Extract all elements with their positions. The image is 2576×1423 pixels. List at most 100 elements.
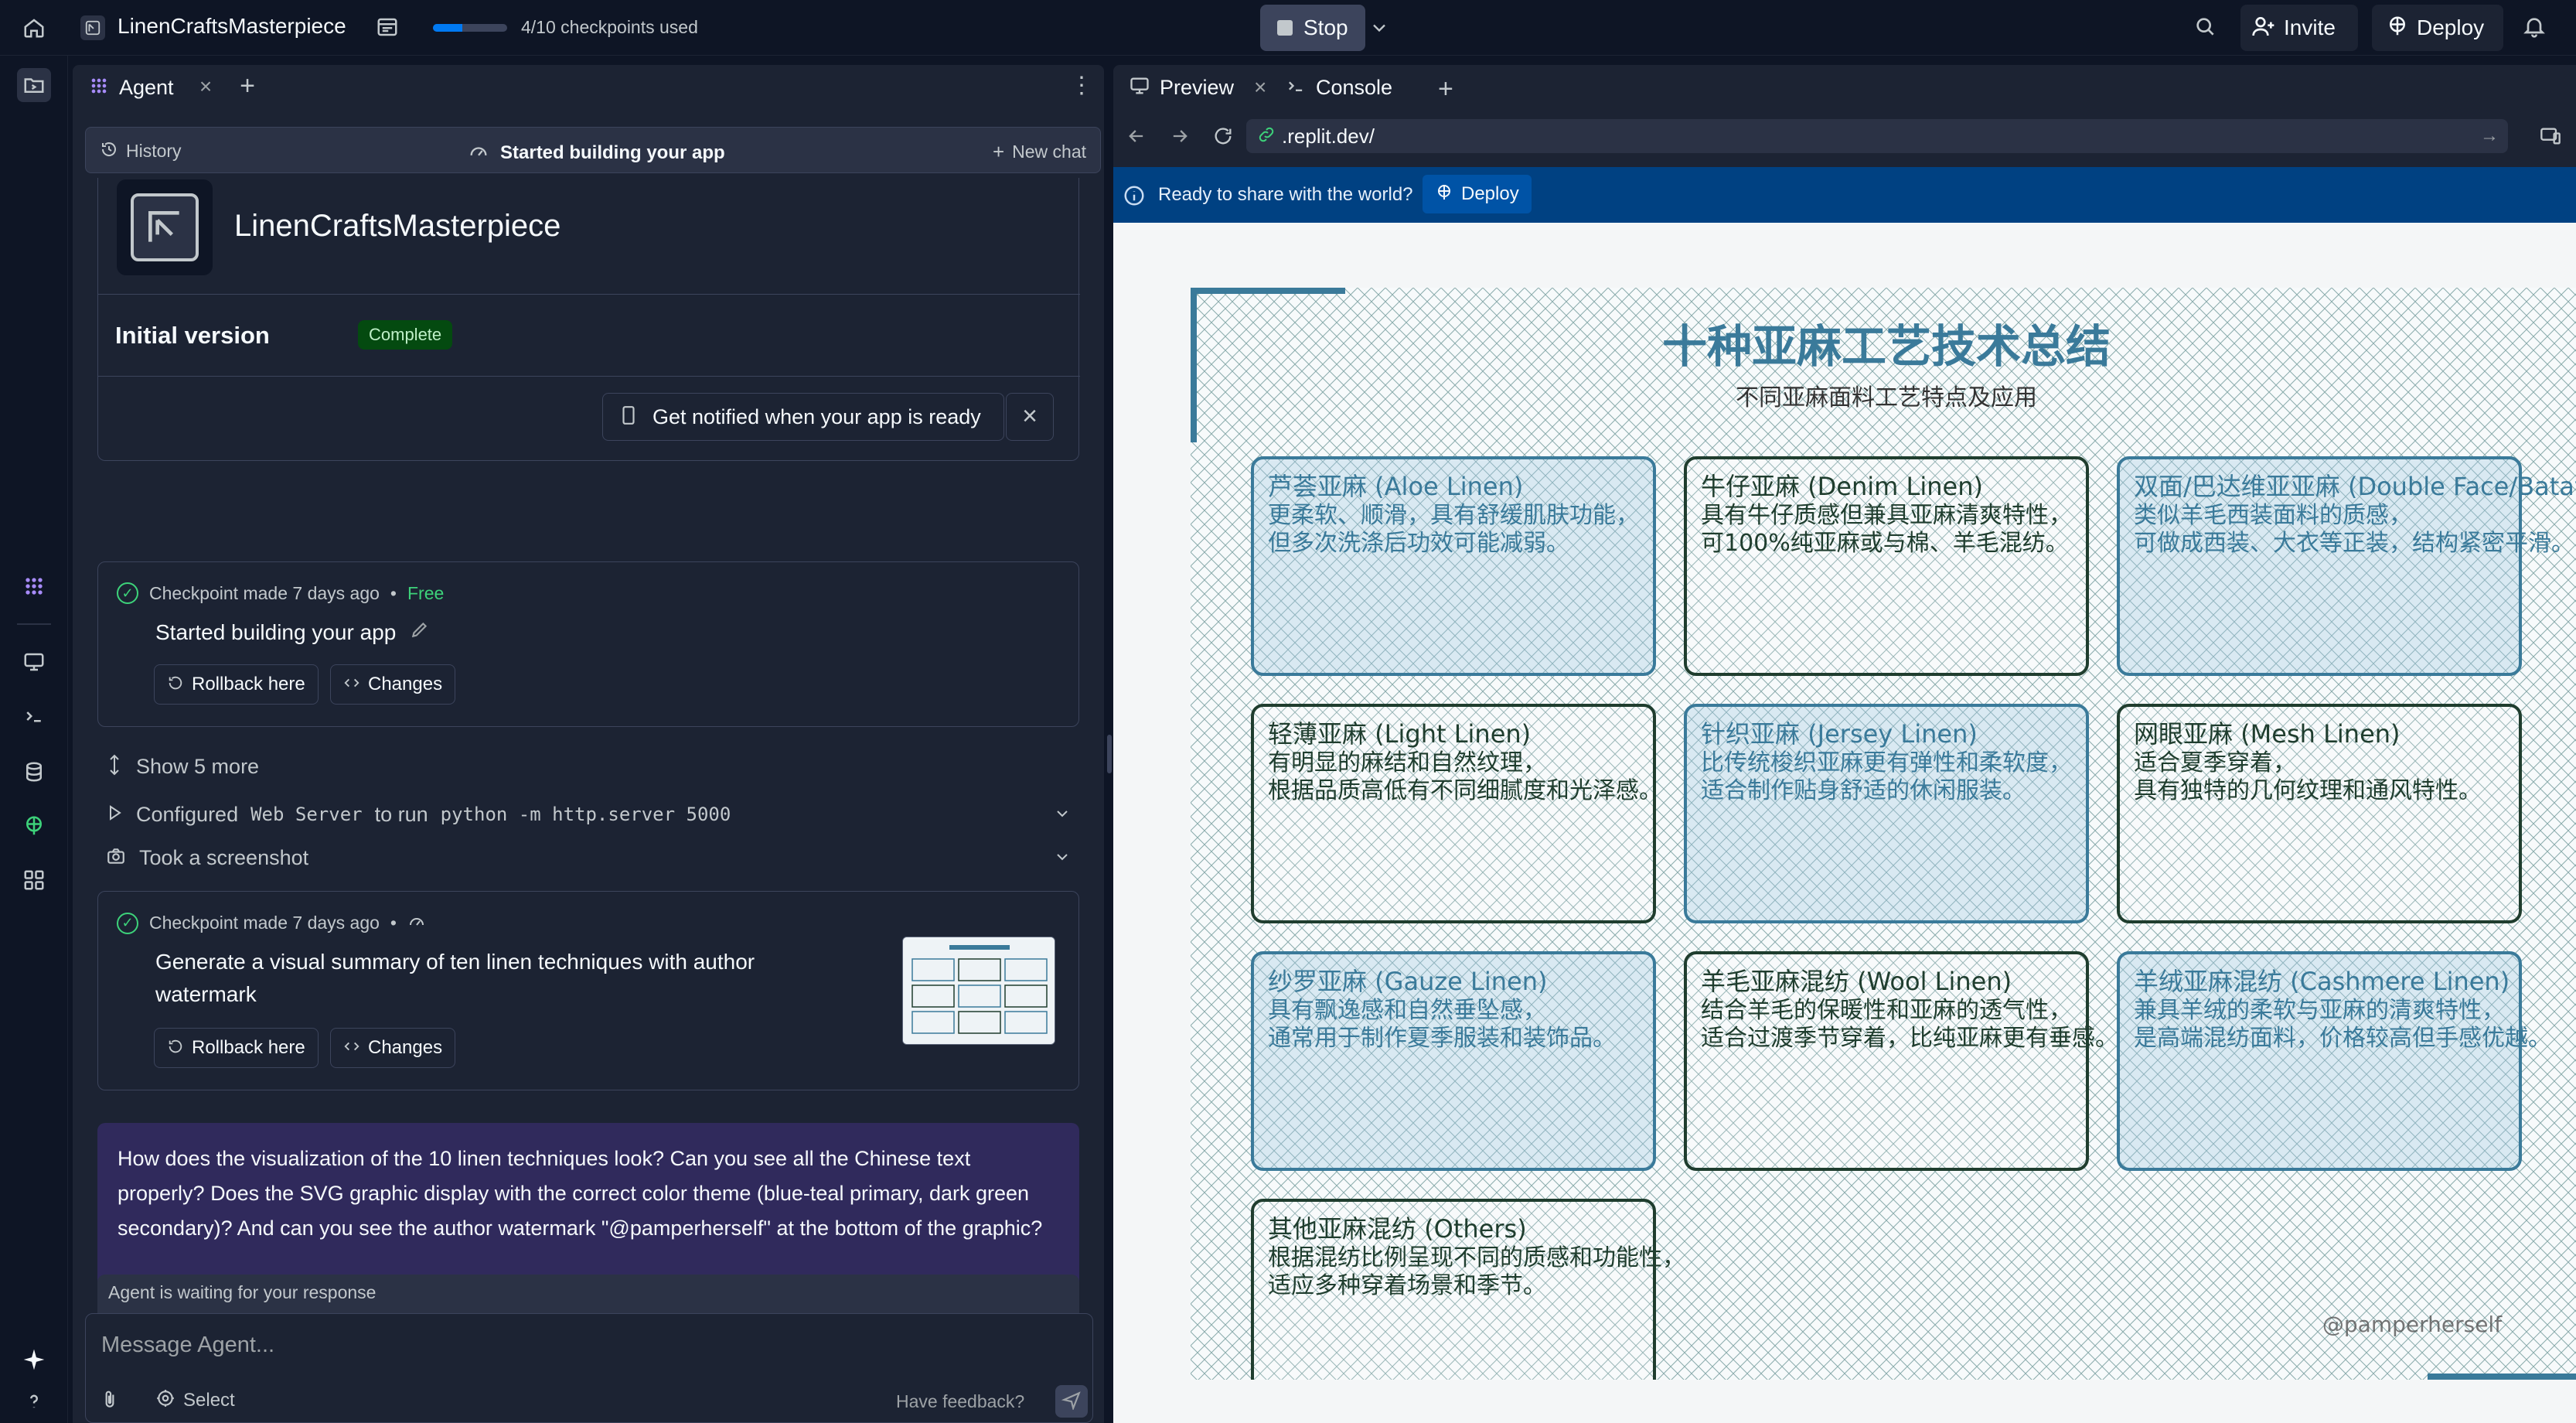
paperclip-icon[interactable] — [100, 1388, 121, 1411]
url-field[interactable]: .replit.dev/ → — [1246, 119, 2508, 153]
stop-button[interactable]: Stop — [1260, 5, 1365, 51]
panel-resize-handle[interactable] — [1107, 735, 1112, 773]
technique-card-line: 根据品质高低有不同细腻度和光泽感。 — [1268, 777, 1662, 804]
help-icon[interactable] — [17, 1384, 51, 1418]
tab-console[interactable]: Console — [1274, 70, 1403, 105]
technique-card-line: 适合制作贴身舒适的休闲服装。 — [1701, 777, 2026, 804]
devices-icon[interactable] — [2539, 125, 2564, 148]
technique-card: 牛仔亚麻 (Denim Linen)具有牛仔质感但兼具亚麻清爽特性，可100%纯… — [1684, 456, 2089, 676]
preview-page[interactable]: 十种亚麻工艺技术总结 不同亚麻面料工艺特点及应用 芦荟亚麻 (Aloe Line… — [1113, 223, 2576, 1423]
chevron-down-icon[interactable] — [1368, 17, 1390, 39]
notify-button[interactable]: Get notified when your app is ready — [602, 393, 1004, 441]
technique-card-title: 轻薄亚麻 (Light Linen) — [1268, 719, 1531, 749]
rollback-button[interactable]: Rollback here — [154, 1028, 319, 1068]
send-button[interactable] — [1055, 1385, 1088, 1418]
chat-scroll-area[interactable]: LinenCraftsMasterpiece Initial version C… — [73, 178, 1104, 1298]
files-icon[interactable] — [17, 68, 51, 102]
history-button[interactable]: History — [100, 140, 182, 162]
technique-card-line: 适应多种穿着场景和季节。 — [1268, 1272, 1546, 1299]
url-bar: .replit.dev/ → — [1113, 111, 2576, 161]
sparkle-icon[interactable] — [17, 1343, 51, 1377]
waiting-status: Agent is waiting for your response — [97, 1275, 1079, 1313]
deployments-icon[interactable] — [17, 809, 51, 843]
monitor-icon[interactable] — [17, 645, 51, 679]
technique-card-line: 适合夏季穿着， — [2134, 749, 2296, 776]
rollback-icon — [167, 674, 184, 695]
technique-card-line: 兼具羊绒的柔软与亚麻的清爽特性， — [2134, 997, 2505, 1024]
project-name[interactable]: LinenCraftsMasterpiece — [118, 14, 346, 39]
close-icon[interactable]: × — [1254, 75, 1266, 100]
apps-grid-icon[interactable] — [17, 863, 51, 897]
message-input[interactable] — [86, 1314, 1094, 1376]
technique-card-title: 其他亚麻混纺 (Others) — [1268, 1214, 1527, 1244]
banner-deploy-button[interactable]: Deploy — [1423, 175, 1532, 213]
back-icon[interactable] — [1126, 125, 1149, 148]
feedback-link[interactable]: Have feedback? — [896, 1391, 1024, 1412]
screenshot-thumbnail[interactable] — [902, 937, 1055, 1045]
technique-card-line: 结合羊毛的保暖性和亚麻的透气性， — [1701, 997, 2072, 1024]
chat-title: Started building your app — [468, 140, 725, 166]
technique-card: 其他亚麻混纺 (Others)根据混纺比例呈现不同的质感和功能性，适应多种穿着场… — [1251, 1199, 1685, 1418]
configured-row[interactable]: Configured Web Server to run python -m h… — [105, 795, 1079, 834]
tab-agent[interactable]: Agent — [80, 70, 182, 105]
bell-icon[interactable] — [2522, 14, 2550, 42]
technique-card-title: 芦荟亚麻 (Aloe Linen) — [1268, 472, 1523, 501]
invite-button[interactable]: Invite — [2240, 5, 2358, 51]
new-chat-button[interactable]: + New chat — [993, 140, 1086, 164]
user-message: How does the visualization of the 10 lin… — [97, 1123, 1079, 1298]
deploy-button[interactable]: Deploy — [2372, 5, 2503, 51]
tab-preview[interactable]: Preview × — [1118, 70, 1277, 105]
code-icon — [343, 1038, 360, 1059]
chevron-down-icon[interactable] — [1053, 804, 1072, 823]
stop-icon — [1277, 20, 1293, 36]
link-icon — [1257, 125, 1276, 148]
search-icon[interactable] — [2193, 14, 2220, 42]
configured-middle: to run — [374, 802, 428, 826]
agent-tab-bar: Agent × + ⋮ — [73, 65, 1104, 110]
changes-button[interactable]: Changes — [330, 1028, 456, 1068]
notify-label: Get notified when your app is ready — [653, 404, 981, 428]
graphic-subtitle: 不同亚麻面料工艺特点及应用 — [1736, 384, 2037, 411]
graphic-title: 十种亚麻工艺技术总结 — [1662, 320, 2111, 373]
technique-card: 羊绒亚麻混纺 (Cashmere Linen)兼具羊绒的柔软与亚麻的清爽特性，是… — [2117, 951, 2551, 1171]
add-tab-icon[interactable]: + — [235, 73, 260, 99]
changes-label: Changes — [368, 674, 443, 694]
technique-card: 羊毛亚麻混纺 (Wool Linen)结合羊毛的保暖性和亚麻的透气性，适合过渡季… — [1684, 951, 2118, 1171]
arrow-right-icon[interactable]: → — [2480, 125, 2499, 147]
project-icon[interactable] — [80, 15, 105, 40]
technique-card-line: 根据混纺比例呈现不同的质感和功能性， — [1268, 1244, 1685, 1271]
changes-button[interactable]: Changes — [330, 664, 456, 705]
top-bar: LinenCraftsMasterpiece 4/10 checkpoints … — [0, 0, 2576, 56]
show-more-row[interactable]: Show 5 more — [105, 747, 1087, 786]
technique-card: 网眼亚麻 (Mesh Linen)适合夏季穿着，具有独特的几何纹理和通风特性。 — [2117, 704, 2522, 923]
checkpoints-counter: 4/10 checkpoints used — [521, 17, 698, 37]
terminal-icon[interactable] — [17, 699, 51, 733]
graphic-accent-bottom — [2428, 1374, 2576, 1380]
deploy-icon — [1435, 183, 1453, 206]
info-icon — [1123, 184, 1146, 207]
target-icon — [155, 1388, 175, 1412]
home-icon[interactable] — [17, 14, 51, 42]
add-user-icon — [2251, 14, 2276, 43]
select-button[interactable]: Select — [155, 1388, 235, 1412]
technique-card-line: 具有独特的几何纹理和通风特性。 — [2134, 777, 2482, 804]
more-options-icon[interactable]: ⋮ — [1070, 74, 1093, 99]
rollback-button[interactable]: Rollback here — [154, 664, 319, 705]
chevron-down-icon[interactable] — [1053, 848, 1072, 866]
layout-icon[interactable] — [376, 15, 402, 40]
close-icon[interactable]: × — [1006, 393, 1054, 441]
screenshot-row[interactable]: Took a screenshot — [105, 838, 1079, 877]
add-tab-icon[interactable]: + — [1438, 74, 1453, 104]
pencil-icon[interactable] — [410, 620, 430, 644]
phone-icon — [618, 404, 639, 431]
left-rail — [0, 56, 68, 1423]
close-tab-icon[interactable]: × — [195, 76, 216, 97]
forward-icon[interactable] — [1169, 125, 1192, 148]
technique-card-line: 适合过渡季节穿着，比纯亚麻更有垂感。 — [1701, 1025, 2118, 1052]
refresh-icon[interactable] — [1212, 125, 1235, 148]
rail-divider — [17, 623, 51, 625]
check-circle-icon: ✓ — [117, 912, 138, 934]
technique-card: 纱罗亚麻 (Gauze Linen)具有飘逸感和自然垂坠感，通常用于制作夏季服装… — [1251, 951, 1656, 1171]
agent-icon[interactable] — [17, 569, 51, 603]
database-icon[interactable] — [17, 755, 51, 789]
